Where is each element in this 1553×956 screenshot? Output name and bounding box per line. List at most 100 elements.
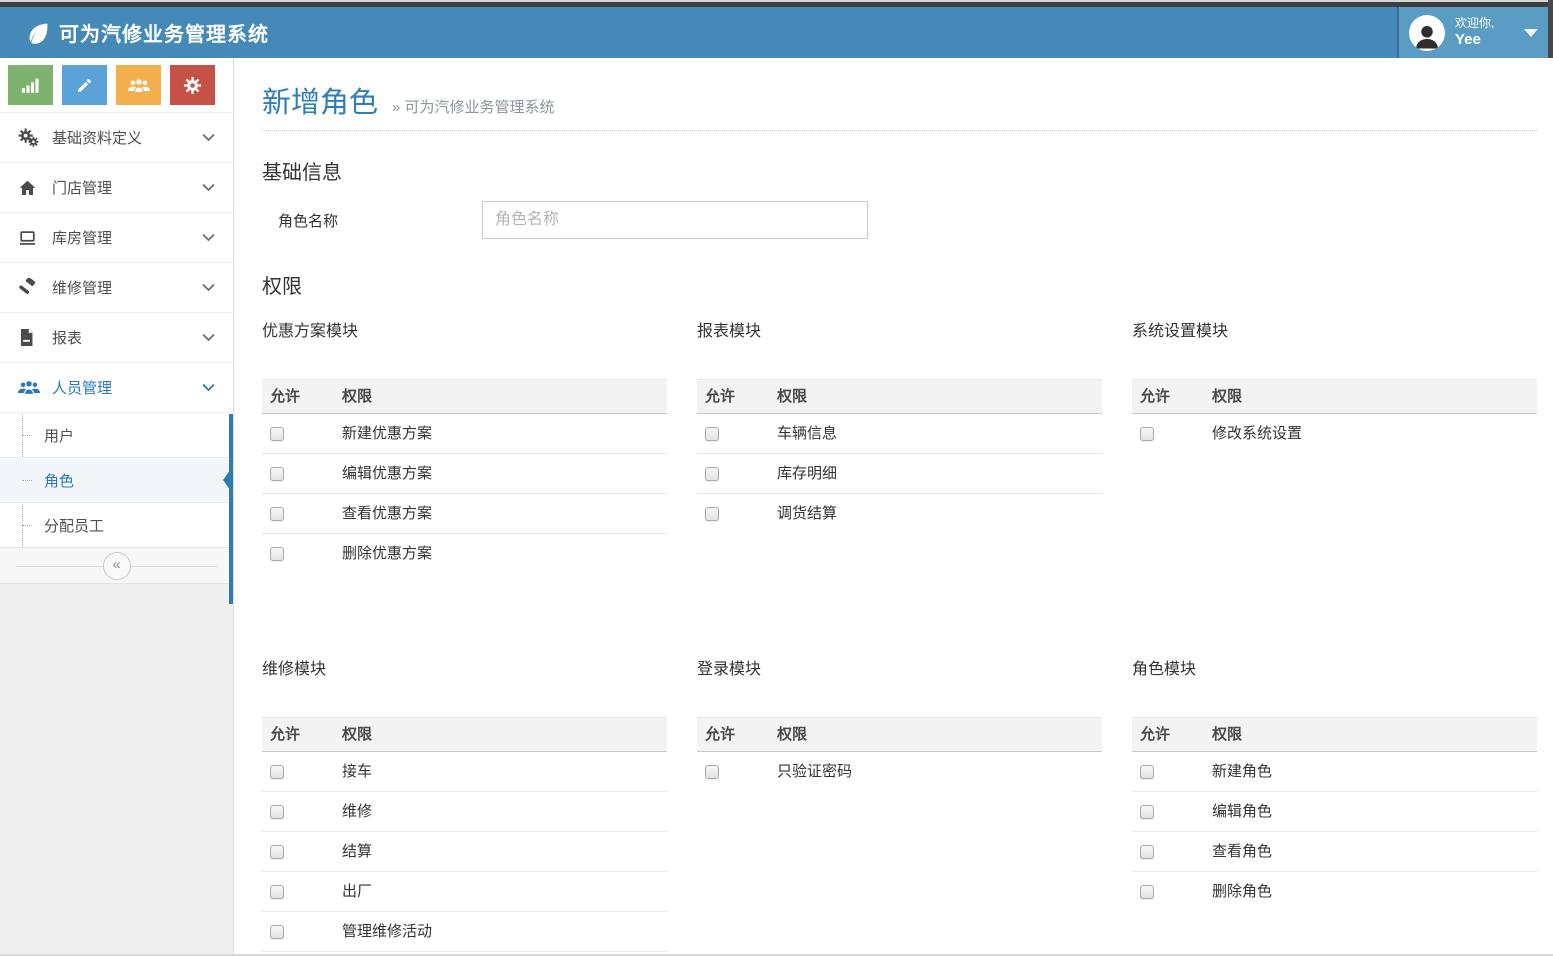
allow-checkbox[interactable] (1140, 427, 1154, 441)
permission-label: 新建角色 (1204, 752, 1537, 792)
sidebar-item-personnel[interactable]: 人员管理 (0, 362, 233, 412)
allow-checkbox[interactable] (270, 547, 284, 561)
allow-checkbox[interactable] (1140, 885, 1154, 899)
sidebar-item-basic-data[interactable]: 基础资料定义 (0, 112, 233, 162)
allow-checkbox[interactable] (270, 427, 284, 441)
shortcut-toolbar (0, 58, 233, 112)
permission-column-header: 权限 (769, 380, 1102, 414)
submenu-item-label: 角色 (44, 470, 74, 491)
allow-checkbox[interactable] (270, 845, 284, 859)
permission-label: 只验证密码 (769, 752, 1102, 792)
avatar (1409, 15, 1445, 51)
allow-checkbox[interactable] (270, 805, 284, 819)
allow-checkbox[interactable] (705, 427, 719, 441)
allow-checkbox[interactable] (1140, 765, 1154, 779)
personnel-submenu: 用户 角色 分配员工 (0, 412, 233, 547)
permission-label: 修改系统设置 (1204, 414, 1537, 454)
permission-row: 只验证密码 (697, 752, 1102, 792)
permission-column-header: 权限 (334, 718, 667, 752)
allow-column-header: 允许 (1132, 380, 1204, 414)
allow-column-header: 允许 (1132, 718, 1204, 752)
active-section-bar (229, 414, 233, 604)
sidebar-item-reports[interactable]: 报表 (0, 312, 233, 362)
bar-chart-shortcut-button[interactable] (8, 65, 53, 105)
allow-checkbox[interactable] (270, 765, 284, 779)
users-shortcut-button[interactable] (116, 65, 161, 105)
sidebar-item-repair[interactable]: 维修管理 (0, 262, 233, 312)
gears-icon (18, 128, 42, 147)
monitor-icon (18, 229, 42, 247)
permission-label: 管理维修活动 (334, 912, 667, 952)
permission-row: 结算 (262, 832, 667, 872)
permission-modules-grid: 优惠方案模块允许权限新建优惠方案编辑优惠方案查看优惠方案删除优惠方案报表模块允许… (262, 321, 1537, 956)
permission-row: 修改系统设置 (1132, 414, 1537, 454)
sidebar-item-warehouse[interactable]: 库房管理 (0, 212, 233, 262)
allow-column-header: 允许 (262, 380, 334, 414)
permission-label: 调货结算 (769, 494, 1102, 534)
permission-table: 允许权限车辆信息库存明细调货结算 (697, 379, 1102, 533)
collapse-sidebar-button[interactable]: « (103, 552, 131, 580)
module-title: 报表模块 (697, 321, 1102, 343)
window-right-edge (1548, 0, 1553, 58)
page-title: 新增角色 (262, 84, 378, 122)
sidebar-item-label: 门店管理 (52, 177, 112, 198)
user-menu[interactable]: 欢迎你, Yee (1397, 7, 1548, 58)
permission-label: 库存明细 (769, 454, 1102, 494)
permission-module: 登录模块允许权限只验证密码 (697, 659, 1102, 791)
gavel-icon (18, 278, 42, 297)
sidebar: 基础资料定义 门店管理 库房管理 维修管理 (0, 58, 234, 956)
sidebar-item-label: 人员管理 (52, 377, 112, 398)
caret-down-icon (1524, 29, 1538, 37)
allow-checkbox[interactable] (270, 925, 284, 939)
permission-label: 接车 (334, 752, 667, 792)
allow-checkbox[interactable] (270, 885, 284, 899)
submenu-item-assign-staff[interactable]: 分配员工 (0, 502, 233, 547)
module-title: 系统设置模块 (1132, 321, 1537, 343)
permission-row: 删除角色 (1132, 872, 1537, 912)
permission-row: 库存明细 (697, 454, 1102, 494)
role-name-input[interactable] (482, 201, 868, 239)
user-greeting: 欢迎你, Yee (1455, 17, 1494, 48)
brand: 可为汽修业务管理系统 (26, 18, 269, 47)
permission-table: 允许权限修改系统设置 (1132, 379, 1537, 453)
submenu-item-roles[interactable]: 角色 (0, 457, 233, 502)
module-title: 优惠方案模块 (262, 321, 667, 343)
permission-table: 允许权限只验证密码 (697, 717, 1102, 791)
module-title: 角色模块 (1132, 659, 1537, 681)
permission-module: 维修模块允许权限接车维修结算出厂管理维修活动回访 (262, 659, 667, 956)
role-name-row: 角色名称 (262, 201, 1537, 239)
permission-label: 删除优惠方案 (334, 534, 667, 574)
sidebar-item-label: 基础资料定义 (52, 127, 142, 148)
permission-column-header: 权限 (1204, 718, 1537, 752)
permission-row: 新建角色 (1132, 752, 1537, 792)
allow-checkbox[interactable] (1140, 845, 1154, 859)
submenu-item-users[interactable]: 用户 (0, 412, 233, 457)
permission-row: 出厂 (262, 872, 667, 912)
permission-label: 维修 (334, 792, 667, 832)
permission-row: 调货结算 (697, 494, 1102, 534)
people-icon (18, 380, 42, 395)
permission-table: 允许权限新建角色编辑角色查看角色删除角色 (1132, 717, 1537, 911)
permission-label: 查看优惠方案 (334, 494, 667, 534)
allow-checkbox[interactable] (705, 467, 719, 481)
gear-icon (183, 76, 202, 95)
permission-row: 接车 (262, 752, 667, 792)
module-title: 登录模块 (697, 659, 1102, 681)
sidebar-collapse-row: « (0, 547, 233, 583)
leaf-icon (26, 21, 50, 45)
pencil-shortcut-button[interactable] (62, 65, 107, 105)
sidebar-item-store[interactable]: 门店管理 (0, 162, 233, 212)
permission-row: 新建优惠方案 (262, 414, 667, 454)
permission-row: 管理维修活动 (262, 912, 667, 952)
module-title: 维修模块 (262, 659, 667, 681)
allow-checkbox[interactable] (270, 467, 284, 481)
allow-checkbox[interactable] (705, 765, 719, 779)
page-header: 新增角色 » 可为汽修业务管理系统 (262, 84, 1537, 131)
allow-checkbox[interactable] (270, 507, 284, 521)
allow-checkbox[interactable] (705, 507, 719, 521)
allow-checkbox[interactable] (1140, 805, 1154, 819)
gear-shortcut-button[interactable] (170, 65, 215, 105)
users-icon (128, 78, 150, 93)
permission-label: 编辑优惠方案 (334, 454, 667, 494)
breadcrumb: » 可为汽修业务管理系统 (392, 96, 555, 117)
